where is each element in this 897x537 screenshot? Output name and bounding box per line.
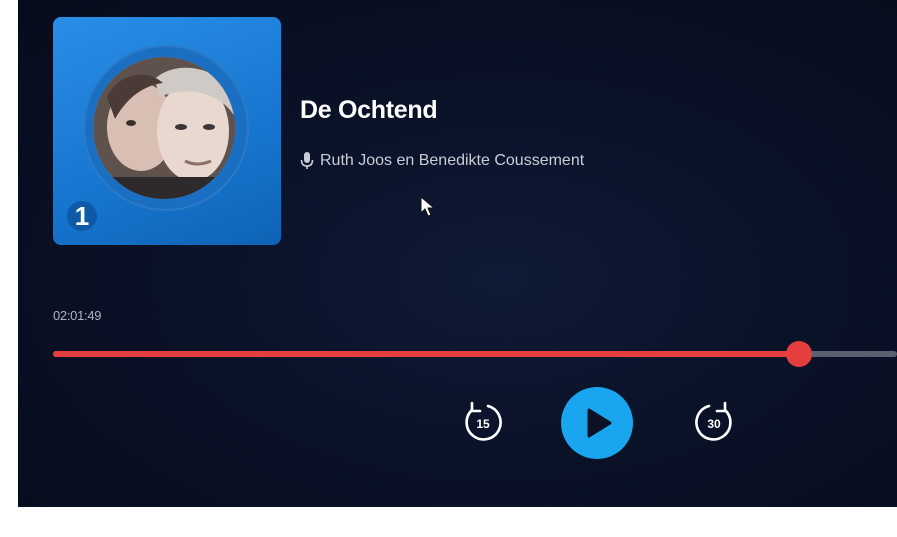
hosts-portrait	[93, 57, 235, 199]
forward-30-button[interactable]: 30	[691, 398, 739, 446]
elapsed-time: 02:01:49	[53, 308, 102, 323]
episode-artwork: 1	[53, 17, 281, 245]
rewind-15-button[interactable]: 15	[458, 398, 506, 446]
audio-player: 1 De Ochtend Ruth Joos en Benedikte Cous…	[18, 0, 897, 507]
host-names: Ruth Joos en Benedikte Coussement	[320, 152, 585, 169]
play-button[interactable]	[561, 387, 633, 459]
progress-fill	[53, 351, 800, 357]
host-line: Ruth Joos en Benedikte Coussement	[300, 152, 584, 170]
rewind-seconds-label: 15	[476, 417, 490, 431]
episode-title: De Ochtend	[300, 96, 438, 124]
play-icon	[587, 408, 612, 438]
mouse-pointer-icon	[420, 195, 436, 218]
microphone-icon	[300, 152, 314, 170]
channel-badge: 1	[67, 201, 97, 231]
rewind-15-icon: 15	[465, 401, 502, 441]
forward-30-icon: 30	[695, 401, 732, 441]
forward-seconds-label: 30	[707, 417, 721, 431]
progress-track[interactable]	[53, 341, 897, 367]
progress-thumb[interactable]	[786, 341, 813, 367]
